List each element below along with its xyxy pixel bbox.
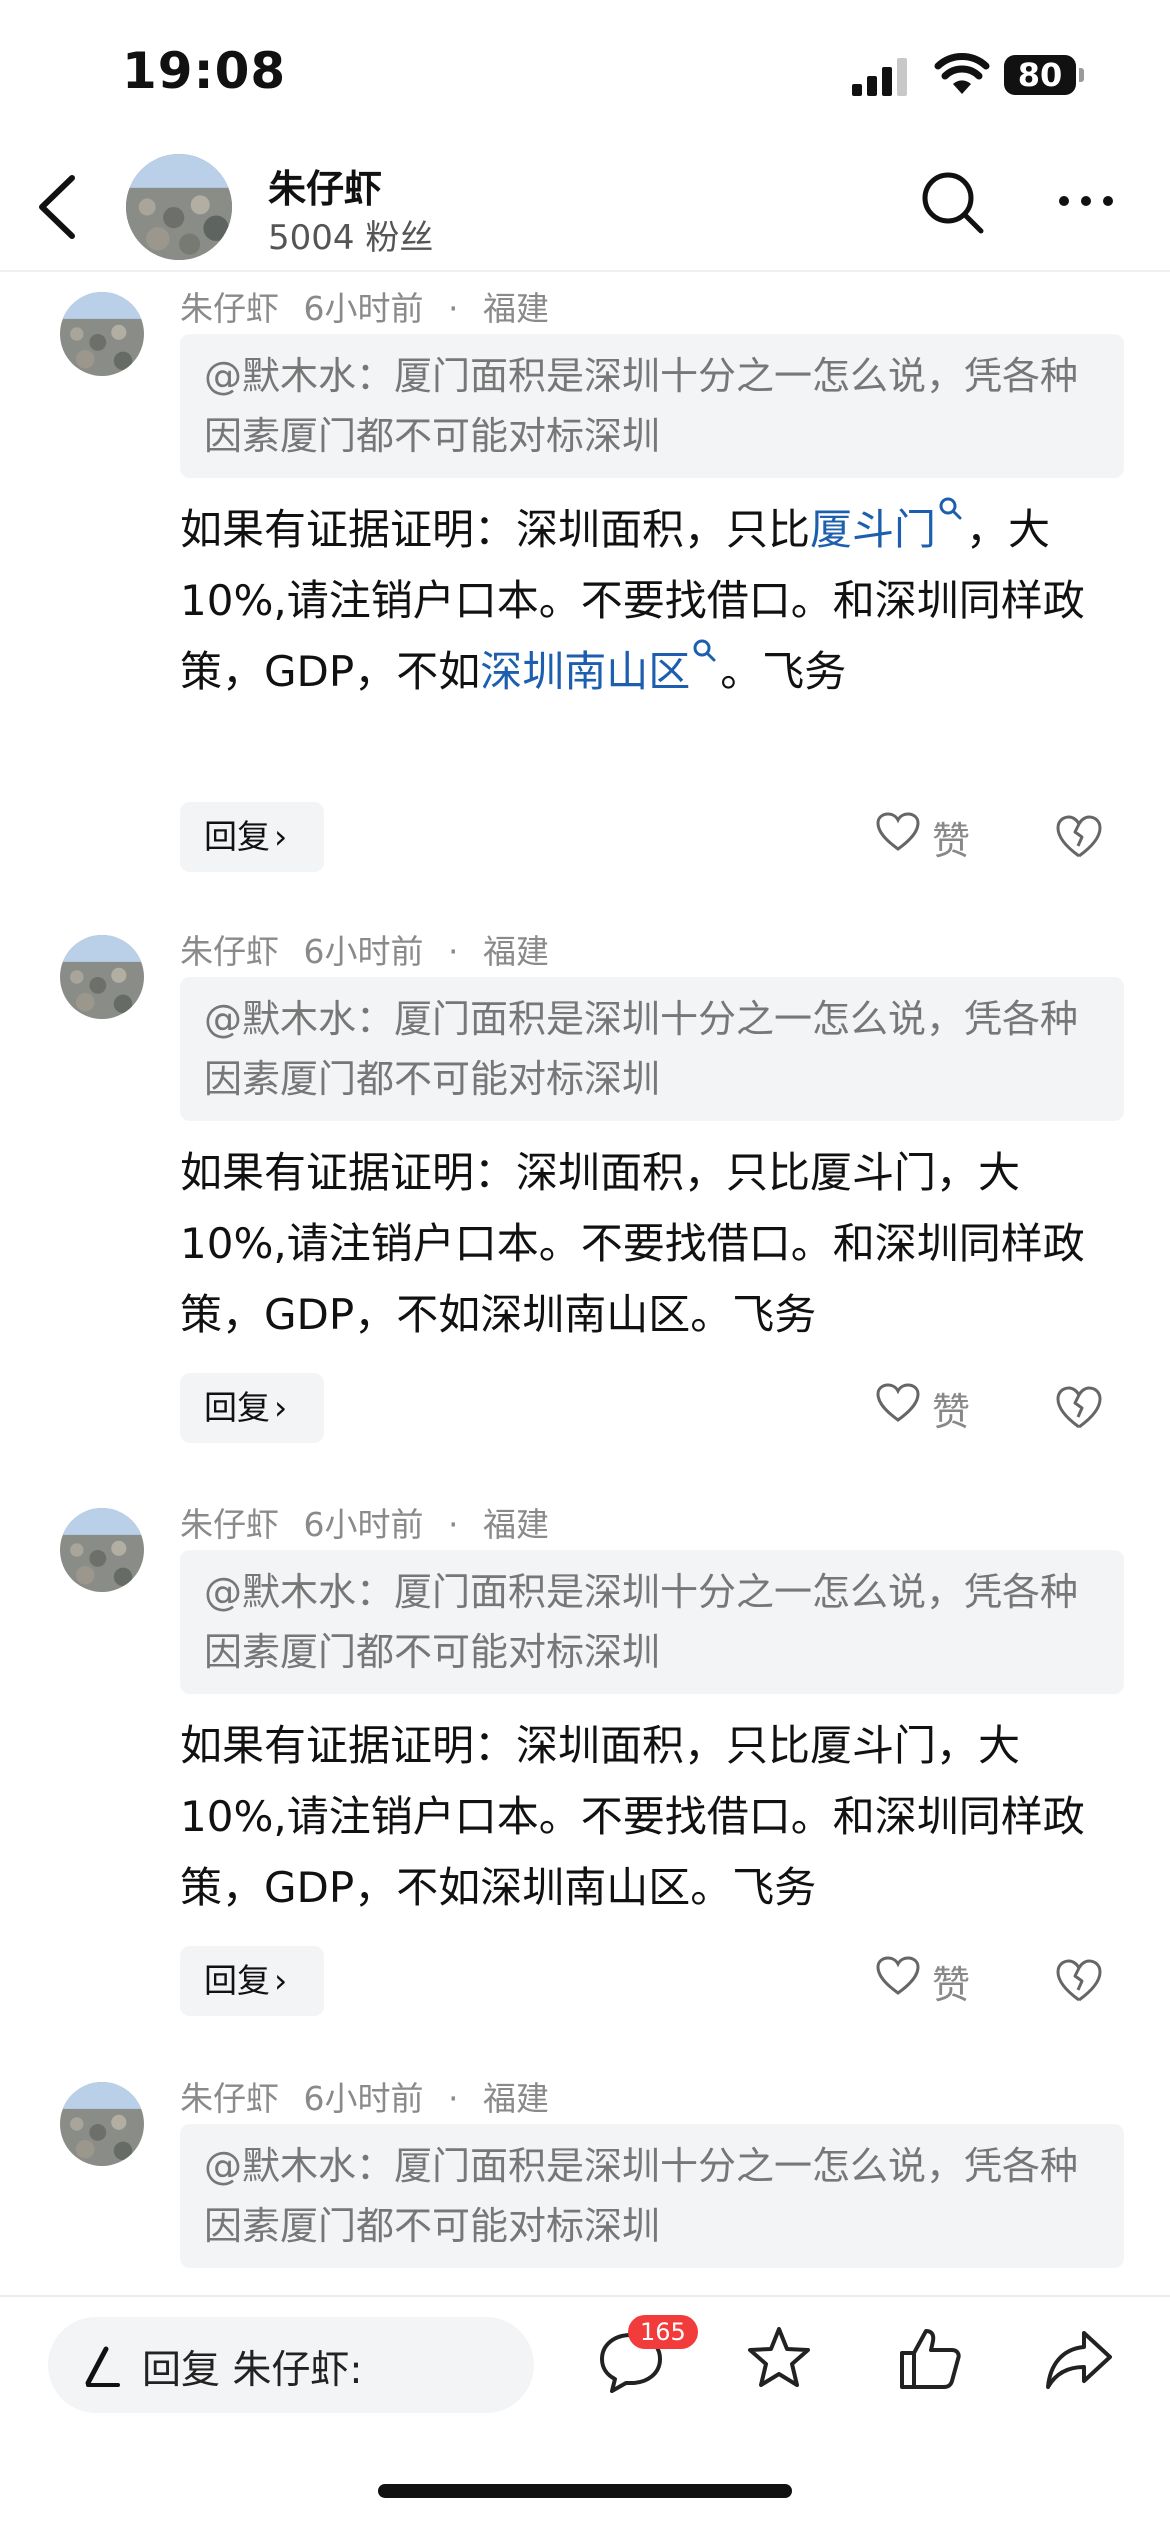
avatar[interactable] (60, 1508, 144, 1592)
quoted-comment[interactable]: @默木水：厦门面积是深圳十分之一怎么说，凭各种因素厦门都不可能对标深圳 (180, 977, 1124, 1121)
avatar[interactable] (60, 292, 144, 376)
author-name[interactable]: 朱仔虾 (180, 2079, 279, 2118)
chevron-right-icon: › (274, 1388, 288, 1427)
heart-icon (876, 812, 920, 851)
share-icon[interactable] (1044, 2327, 1114, 2391)
comment-location: 福建 (483, 2079, 549, 2118)
heart-icon (876, 1383, 920, 1422)
comment-item: 朱仔虾 6小时前 · 福建 @默木水：厦门面积是深圳十分之一怎么说，凭各种因素厦… (0, 282, 1170, 882)
meta-dot: · (448, 2079, 459, 2118)
search-link-icon[interactable] (936, 494, 966, 530)
comment-meta: 朱仔虾 6小时前 · 福建 (180, 925, 563, 973)
pen-icon (85, 2346, 120, 2387)
author-name[interactable]: 朱仔虾 (180, 932, 279, 971)
body-text: 如果有证据证明：深圳面积，只比 (180, 505, 811, 554)
comment-meta: 朱仔虾 6小时前 · 福建 (180, 1498, 563, 1546)
broken-heart-icon[interactable] (1054, 1956, 1104, 2006)
comment-item: 朱仔虾 6小时前 · 福建 @默木水：厦门面积是深圳十分之一怎么说，凭各种因素厦… (0, 2072, 1170, 2292)
author-name[interactable]: 朱仔虾 (180, 289, 279, 328)
bottom-bar: 回复 朱仔虾: 165 (0, 2295, 1170, 2534)
signal-icon (852, 58, 907, 96)
more-icon[interactable] (1056, 176, 1116, 226)
comment-location: 福建 (483, 932, 549, 971)
heart-icon (876, 1956, 920, 1995)
thumb-up-icon[interactable] (894, 2323, 964, 2393)
chevron-right-icon: › (274, 817, 288, 856)
like-button[interactable]: 赞 (876, 1377, 986, 1437)
page-title: 朱仔虾 (268, 167, 383, 211)
comment-time: 6小时前 (303, 1505, 424, 1544)
avatar[interactable] (60, 935, 144, 1019)
comment-location: 福建 (483, 1505, 549, 1544)
battery-cap (1079, 68, 1084, 82)
reply-input[interactable]: 回复 朱仔虾: (48, 2317, 534, 2413)
reply-label: 回复 (204, 1388, 270, 1427)
body-text: 。飞务 (720, 647, 847, 696)
meta-dot: · (448, 1505, 459, 1544)
comment-body: 如果有证据证明：深圳面积，只比厦斗门，大10%,请注销户口本。不要找借口。和深圳… (180, 1148, 1085, 1339)
comment-body: 如果有证据证明：深圳面积，只比厦斗门，大10%,请注销户口本。不要找借口。和深圳… (180, 494, 1110, 707)
quoted-comment[interactable]: @默木水：厦门面积是深圳十分之一怎么说，凭各种因素厦门都不可能对标深圳 (180, 334, 1124, 478)
comment-meta: 朱仔虾 6小时前 · 福建 (180, 282, 563, 330)
meta-dot: · (448, 289, 459, 328)
comment-body: 如果有证据证明：深圳面积，只比厦斗门，大10%,请注销户口本。不要找借口。和深圳… (180, 1721, 1085, 1912)
comment-location: 福建 (483, 289, 549, 328)
broken-heart-icon[interactable] (1054, 812, 1104, 862)
search-link[interactable]: 厦斗门 (810, 505, 936, 554)
like-label: 赞 (932, 1390, 971, 1434)
star-icon[interactable] (744, 2323, 814, 2393)
quoted-comment[interactable]: @默木水：厦门面积是深圳十分之一怎么说，凭各种因素厦门都不可能对标深圳 (180, 2124, 1124, 2268)
comment-time: 6小时前 (303, 289, 424, 328)
comment-time: 6小时前 (303, 932, 424, 971)
page-header: 朱仔虾 5004 粉丝 (0, 140, 1170, 272)
comment-meta: 朱仔虾 6小时前 · 福建 (180, 2072, 563, 2120)
wifi-icon (934, 53, 990, 94)
home-indicator (378, 2484, 792, 2498)
avatar[interactable] (126, 154, 232, 260)
reply-label: 回复 (204, 817, 270, 856)
battery-indicator: 80 (1004, 55, 1084, 95)
back-icon[interactable] (30, 172, 90, 242)
reply-button[interactable]: 回复 › (180, 1373, 324, 1443)
like-label: 赞 (932, 1963, 971, 2007)
comment-time: 6小时前 (303, 2079, 424, 2118)
reply-button[interactable]: 回复 › (180, 802, 324, 872)
fans-count: 5004 粉丝 (268, 218, 434, 258)
reply-input-placeholder: 回复 朱仔虾: (142, 2348, 363, 2393)
search-icon[interactable] (918, 168, 988, 238)
reply-button[interactable]: 回复 › (180, 1946, 324, 2016)
search-link-icon[interactable] (690, 636, 720, 672)
status-time: 19:08 (122, 42, 287, 100)
status-bar: 19:08 80 (0, 0, 1170, 140)
battery-level: 80 (1004, 55, 1076, 95)
search-link[interactable]: 深圳南山区 (480, 647, 690, 696)
author-name[interactable]: 朱仔虾 (180, 1505, 279, 1544)
reply-label: 回复 (204, 1961, 270, 2000)
chevron-right-icon: › (274, 1961, 288, 2000)
meta-dot: · (448, 932, 459, 971)
avatar[interactable] (60, 2082, 144, 2166)
quoted-comment[interactable]: @默木水：厦门面积是深圳十分之一怎么说，凭各种因素厦门都不可能对标深圳 (180, 1550, 1124, 1694)
comment-count-badge: 165 (628, 2315, 698, 2349)
like-button[interactable]: 赞 (876, 1950, 986, 2010)
comment-item: 朱仔虾 6小时前 · 福建 @默木水：厦门面积是深圳十分之一怎么说，凭各种因素厦… (0, 925, 1170, 1465)
comment-item: 朱仔虾 6小时前 · 福建 @默木水：厦门面积是深圳十分之一怎么说，凭各种因素厦… (0, 1498, 1170, 2038)
like-button[interactable]: 赞 (876, 806, 986, 866)
like-label: 赞 (932, 819, 971, 863)
broken-heart-icon[interactable] (1054, 1383, 1104, 1433)
